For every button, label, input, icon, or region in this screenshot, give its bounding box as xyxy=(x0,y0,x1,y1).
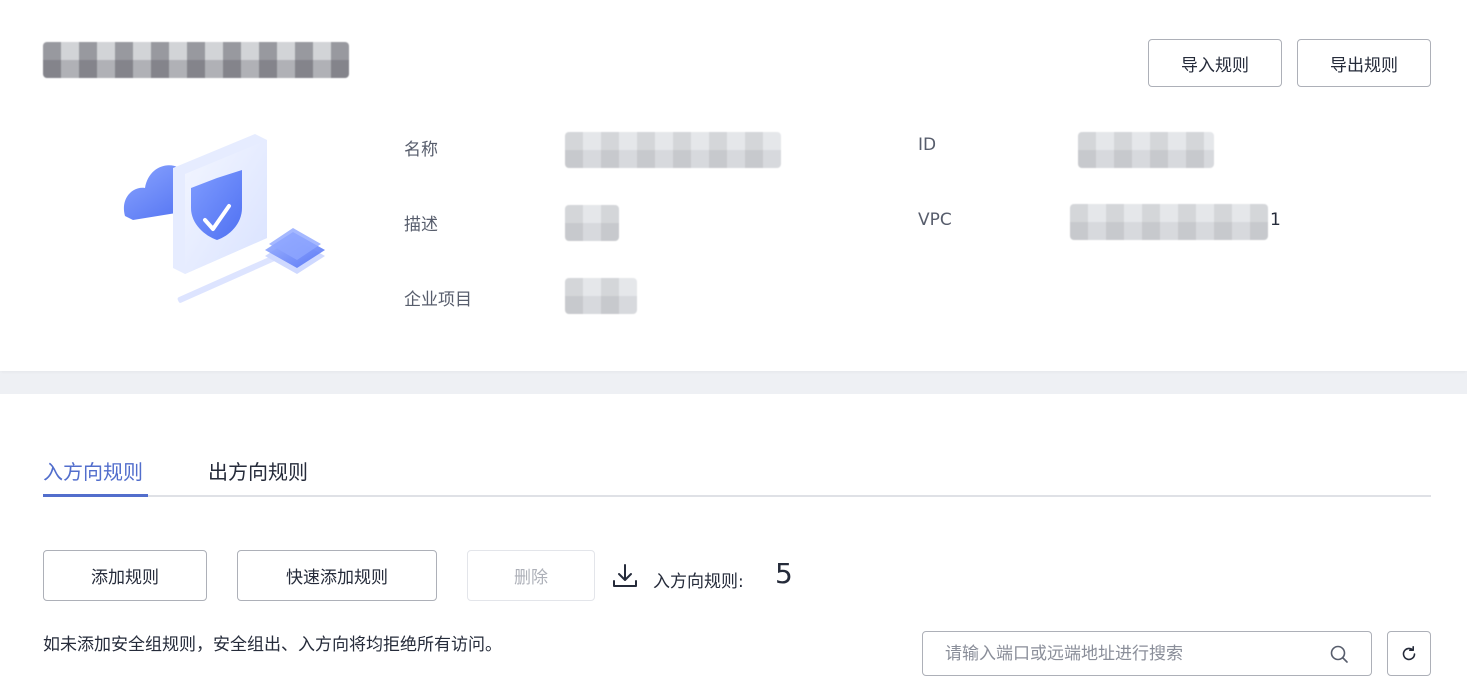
security-shield-illustration xyxy=(115,128,335,308)
export-rules-button[interactable]: 导出规则 xyxy=(1297,39,1431,87)
quick-add-rule-button[interactable]: 快速添加规则 xyxy=(237,550,437,601)
enterprise-project-value-redacted[interactable] xyxy=(565,278,637,314)
id-value-redacted xyxy=(1078,132,1214,168)
refresh-icon xyxy=(1400,645,1418,663)
name-value-redacted xyxy=(565,132,781,168)
import-rules-button[interactable]: 导入规则 xyxy=(1148,39,1282,87)
enterprise-project-label: 企业项目 xyxy=(404,290,472,310)
tab-divider xyxy=(43,495,1431,497)
name-label: 名称 xyxy=(404,140,438,160)
page-title-redacted xyxy=(43,42,349,78)
id-label: ID xyxy=(918,135,937,155)
rule-search-input[interactable] xyxy=(945,643,1321,664)
vpc-label: VPC xyxy=(918,210,952,230)
tab-inbound-rules[interactable]: 入方向规则 xyxy=(43,456,143,485)
tab-outbound-rules[interactable]: 出方向规则 xyxy=(208,456,308,485)
inbound-rule-count-value: 5 xyxy=(775,557,793,590)
vpc-value-redacted[interactable] xyxy=(1070,204,1268,240)
security-group-summary-card: 导入规则 导出规则 名称 描述 企业项目 ID VPC 1 xyxy=(0,0,1467,371)
rule-search-box xyxy=(922,631,1372,676)
delete-button[interactable]: 删除 xyxy=(467,550,595,601)
add-rule-button[interactable]: 添加规则 xyxy=(43,550,207,601)
search-icon[interactable] xyxy=(1329,644,1349,664)
vpc-value-suffix: 1 xyxy=(1270,210,1281,230)
description-value-redacted xyxy=(565,205,619,241)
refresh-button[interactable] xyxy=(1387,631,1431,676)
empty-rules-notice: 如未添加安全组规则，安全组出、入方向将均拒绝所有访问。 xyxy=(43,635,502,655)
description-label: 描述 xyxy=(404,215,438,235)
inbound-rule-count-label: 入方向规则: xyxy=(653,572,744,592)
download-icon[interactable] xyxy=(611,562,639,590)
active-tab-indicator xyxy=(43,494,148,497)
